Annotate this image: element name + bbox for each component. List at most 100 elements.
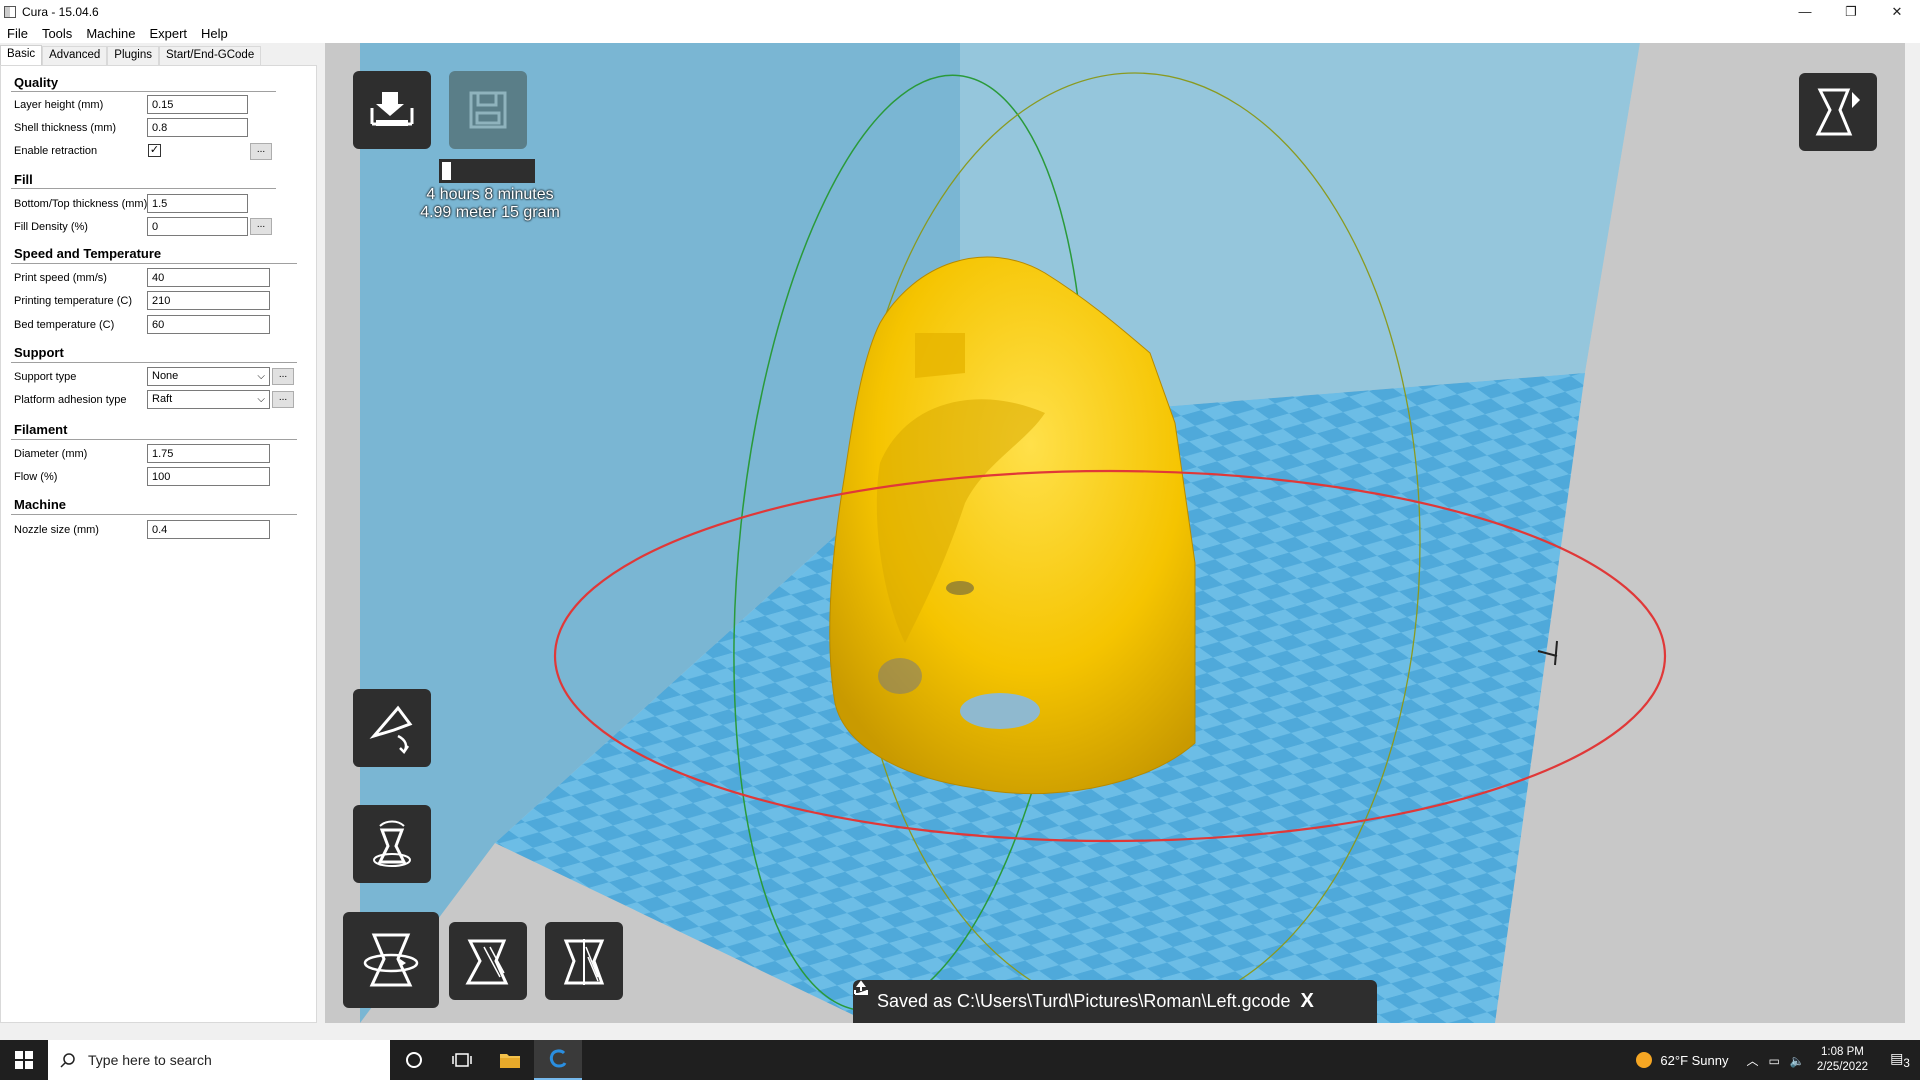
- bottom-top-thickness-label: Bottom/Top thickness (mm): [14, 198, 148, 210]
- adhesion-type-value: Raft: [152, 393, 173, 405]
- menu-machine[interactable]: Machine: [86, 26, 135, 41]
- menu-bar: File Tools Machine Expert Help: [0, 23, 1920, 43]
- chevron-down-icon: ⌵: [257, 394, 265, 405]
- lay-flat-button[interactable]: [353, 805, 431, 883]
- fill-density-label: Fill Density (%): [14, 221, 88, 233]
- support-settings-button[interactable]: ...: [272, 368, 294, 385]
- tab-start-end-gcode[interactable]: Start/End-GCode: [159, 46, 262, 65]
- start-button[interactable]: [0, 1040, 48, 1080]
- print-material: 4.99 meter 15 gram: [420, 204, 560, 221]
- file-explorer-button[interactable]: [486, 1040, 534, 1080]
- retraction-settings-button[interactable]: ...: [250, 143, 272, 160]
- print-temp-label: Printing temperature (C): [14, 295, 132, 307]
- print-estimate: 4 hours 8 minutes 4.99 meter 15 gram: [405, 186, 575, 222]
- diameter-input[interactable]: [147, 444, 270, 463]
- divider: [11, 188, 276, 189]
- task-view-button[interactable]: [438, 1040, 486, 1080]
- task-view-icon: [452, 1053, 472, 1067]
- support-type-value: None: [152, 370, 179, 382]
- tab-advanced[interactable]: Advanced: [42, 46, 108, 65]
- eject-icon[interactable]: [853, 980, 869, 996]
- reset-icon: [369, 705, 413, 754]
- menu-tools[interactable]: Tools: [42, 26, 72, 41]
- layer-height-input[interactable]: [147, 95, 248, 114]
- weather-widget[interactable]: 62°F Sunny: [1636, 1052, 1728, 1068]
- diameter-label: Diameter (mm): [14, 448, 88, 460]
- taskbar-search[interactable]: Type here to search: [48, 1040, 390, 1080]
- retraction-checkbox[interactable]: ✓: [148, 144, 161, 157]
- nozzle-size-input[interactable]: [147, 520, 270, 539]
- print-speed-input[interactable]: [147, 268, 270, 287]
- menu-help[interactable]: Help: [201, 26, 228, 41]
- chevron-up-icon[interactable]: ︿: [1746, 1054, 1758, 1068]
- fill-density-input[interactable]: [147, 217, 248, 236]
- divider: [11, 439, 297, 440]
- tab-plugins[interactable]: Plugins: [107, 46, 159, 65]
- rotate-button[interactable]: [343, 912, 439, 1008]
- search-icon: [60, 1053, 75, 1068]
- print-time: 4 hours 8 minutes: [426, 186, 554, 203]
- scale-button[interactable]: [449, 922, 527, 1000]
- nozzle-size-label: Nozzle size (mm): [14, 524, 99, 536]
- mirror-icon: [563, 939, 605, 985]
- sun-icon: [1636, 1052, 1653, 1068]
- maximize-button[interactable]: ❐: [1828, 0, 1874, 23]
- windows-icon: [15, 1051, 33, 1069]
- search-placeholder: Type here to search: [88, 1052, 212, 1068]
- cortana-icon: [406, 1052, 422, 1068]
- close-notification-button[interactable]: X: [1301, 990, 1314, 1013]
- action-center-button[interactable]: ▤3: [1880, 1050, 1920, 1070]
- save-gcode-button[interactable]: [449, 71, 527, 149]
- section-speed-temperature: Speed and Temperature: [14, 246, 162, 261]
- shell-thickness-input[interactable]: [147, 118, 248, 137]
- tray-icons[interactable]: ︿ ▭ 🔈: [1746, 1052, 1804, 1069]
- settings-tabs: Basic Advanced Plugins Start/End-GCode: [0, 45, 262, 66]
- mirror-button[interactable]: [545, 922, 623, 1000]
- cura-taskbar-button[interactable]: [534, 1040, 582, 1080]
- folder-icon: [500, 1054, 520, 1068]
- network-icon[interactable]: ▭: [1769, 1054, 1780, 1068]
- fill-settings-button[interactable]: ...: [250, 218, 272, 235]
- save-notification: Saved as C:\Users\Turd\Pictures\Roman\Le…: [853, 980, 1377, 1023]
- taskbar: Type here to search 62°F Sunny ︿ ▭ 🔈 1:0…: [0, 1040, 1920, 1080]
- load-model-button[interactable]: [353, 71, 431, 149]
- divider: [11, 362, 297, 363]
- section-support: Support: [14, 345, 64, 360]
- support-type-label: Support type: [14, 371, 77, 383]
- section-quality: Quality: [14, 75, 59, 90]
- weather-text: 62°F Sunny: [1660, 1052, 1729, 1068]
- menu-file[interactable]: File: [7, 26, 28, 41]
- clock-time: 1:08 PM: [1821, 1046, 1864, 1058]
- tab-basic[interactable]: Basic: [0, 45, 43, 66]
- clock[interactable]: 1:08 PM 2/25/2022: [1817, 1045, 1868, 1075]
- print-speed-label: Print speed (mm/s): [14, 272, 107, 284]
- close-button[interactable]: ✕: [1874, 0, 1920, 23]
- divider: [11, 263, 297, 264]
- settings-panel: Basic Advanced Plugins Start/End-GCode Q…: [0, 43, 325, 1023]
- bed-temp-input[interactable]: [147, 315, 270, 334]
- volume-icon[interactable]: 🔈: [1790, 1054, 1805, 1068]
- 3d-viewport[interactable]: 4 hours 8 minutes 4.99 meter 15 gram Sav…: [325, 43, 1905, 1023]
- menu-expert[interactable]: Expert: [149, 26, 187, 41]
- shell-thickness-label: Shell thickness (mm): [14, 122, 117, 134]
- notification-text: Saved as C:\Users\Turd\Pictures\Roman\Le…: [877, 991, 1291, 1011]
- print-temp-input[interactable]: [147, 291, 270, 310]
- view-mode-icon: [1815, 88, 1860, 136]
- cortana-button[interactable]: [390, 1040, 438, 1080]
- section-filament: Filament: [14, 422, 68, 437]
- adhesion-type-select[interactable]: Raft ⌵: [147, 390, 270, 409]
- title-bar: Cura - 15.04.6 — ❐ ✕: [0, 0, 1920, 23]
- reset-button[interactable]: [353, 689, 431, 767]
- system-tray: 62°F Sunny ︿ ▭ 🔈 1:08 PM 2/25/2022 ▤3: [1636, 1040, 1920, 1080]
- window-title: Cura - 15.04.6: [22, 4, 99, 19]
- view-mode-button[interactable]: [1799, 73, 1877, 151]
- load-model-icon: [370, 92, 414, 126]
- adhesion-settings-button[interactable]: ...: [272, 391, 294, 408]
- bottom-top-thickness-input[interactable]: [147, 194, 248, 213]
- bed-temp-label: Bed temperature (C): [14, 319, 115, 331]
- minimize-button[interactable]: —: [1782, 0, 1828, 23]
- scale-icon: [465, 939, 509, 985]
- support-type-select[interactable]: None ⌵: [147, 367, 270, 386]
- flow-input[interactable]: [147, 467, 270, 486]
- app-icon: [4, 5, 16, 18]
